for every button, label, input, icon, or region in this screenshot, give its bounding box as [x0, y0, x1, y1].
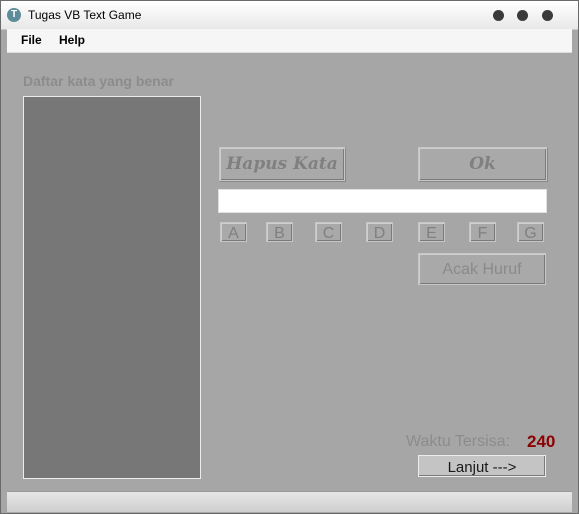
letter-button-e[interactable]: E — [418, 222, 445, 242]
menu-file[interactable]: File — [21, 33, 42, 47]
letter-button-c[interactable]: C — [315, 222, 342, 242]
delete-word-button[interactable]: Hapus Kata — [219, 147, 345, 181]
status-bar — [7, 491, 572, 512]
ok-button[interactable]: Ok — [418, 147, 547, 181]
shuffle-letters-button[interactable]: Acak Huruf — [418, 253, 546, 285]
letter-button-d[interactable]: D — [366, 222, 393, 242]
title-bar: T Tugas VB Text Game — [1, 1, 578, 30]
maximize-button[interactable] — [517, 10, 528, 21]
menu-bar: File Help — [7, 29, 572, 53]
letter-button-a[interactable]: A — [220, 222, 247, 242]
time-remaining-label: Waktu Tersisa: — [406, 433, 511, 450]
menu-help[interactable]: Help — [59, 33, 85, 47]
time-remaining-value: 240 — [527, 432, 556, 451]
correct-words-list[interactable] — [23, 96, 201, 479]
next-button[interactable]: Lanjut ---> — [418, 455, 546, 477]
close-button[interactable] — [542, 10, 553, 21]
minimize-button[interactable] — [493, 10, 504, 21]
letter-button-g[interactable]: G — [517, 222, 544, 242]
word-list-label: Daftar kata yang benar — [23, 73, 174, 89]
app-logo-icon: T — [7, 8, 21, 22]
letter-button-f[interactable]: F — [469, 222, 496, 242]
letter-button-b[interactable]: B — [266, 222, 293, 242]
window-title: Tugas VB Text Game — [28, 8, 142, 22]
word-input[interactable] — [218, 189, 547, 213]
app-window: T Tugas VB Text Game File Help Daftar ka… — [0, 0, 579, 514]
